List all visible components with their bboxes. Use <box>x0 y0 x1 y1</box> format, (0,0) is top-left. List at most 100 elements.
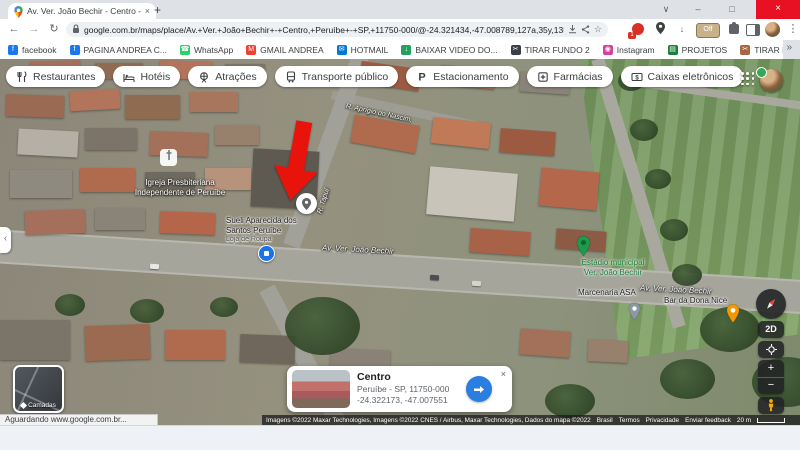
map-scale-bar <box>757 417 786 423</box>
bookmark-star-icon[interactable]: ☆ <box>594 24 602 35</box>
bookmark-favicon-icon: ✂ <box>740 44 751 55</box>
lock-icon <box>72 21 80 39</box>
pegman-control[interactable] <box>758 397 784 414</box>
reload-icon[interactable]: ↻ <box>46 21 62 37</box>
bookmark-item[interactable]: ▤ PROJETOS <box>667 44 728 55</box>
zoom-in-button[interactable]: + <box>758 360 784 378</box>
my-location-button[interactable] <box>758 341 784 358</box>
atm-icon: $ <box>630 72 643 81</box>
bookmark-label: GMAIL ANDREA <box>260 44 324 55</box>
google-apps-grid-icon[interactable] <box>741 72 755 86</box>
back-icon[interactable]: ← <box>6 21 22 37</box>
bookmark-favicon-icon: ◉ <box>602 44 613 55</box>
business-label[interactable]: Sueli Aparecida dos Santos Peruíbe Loja … <box>226 216 297 245</box>
attr-link-feedback[interactable]: Enviar feedback <box>685 417 731 424</box>
browser-toolbar: ← → ↻ google.com.br/maps/place/Av.+Ver.+… <box>0 19 800 40</box>
place-info-card[interactable]: Centro Peruíbe - SP, 11750-000 -24.32217… <box>287 366 512 412</box>
2d-toggle-button[interactable]: 2D <box>758 321 784 338</box>
browser-tab-active[interactable]: Av. Ver. João Bechir - Centro - G × <box>8 3 156 19</box>
attr-link-termos[interactable]: Termos <box>619 417 640 424</box>
imagery-credits: Imagens ©2022 Maxar Technologies, Imagen… <box>266 416 591 424</box>
address-bar[interactable]: google.com.br/maps/place/Av.+Ver.+João+B… <box>66 22 608 37</box>
adblock-extension-icon[interactable]: 1 <box>628 22 646 39</box>
bookmark-label: TIRAR FUNDO 2 <box>524 44 590 55</box>
satellite-map[interactable]: Restaurantes Hotéis Atrações Transporte … <box>0 59 800 425</box>
directions-icon <box>474 386 484 393</box>
url-text[interactable]: google.com.br/maps/place/Av.+Ver.+João+B… <box>84 25 564 35</box>
place-address: Peruíbe - SP, 11750-000 <box>357 384 450 394</box>
attr-link-privacidade[interactable]: Privacidade <box>646 417 679 424</box>
carpentry-pin[interactable] <box>628 302 641 326</box>
avatar-status-badge <box>756 67 767 78</box>
church-poi-icon[interactable] <box>160 149 177 166</box>
bar-label[interactable]: Bar da Dona Nice <box>664 296 727 306</box>
share-icon[interactable] <box>581 21 590 39</box>
browser-update-chevron-icon[interactable]: ∨ <box>652 0 680 19</box>
new-tab-button[interactable]: + <box>150 3 165 18</box>
chip-transporte[interactable]: Transporte público <box>274 66 399 87</box>
chip-atracoes[interactable]: Atrações <box>188 66 267 87</box>
bookmark-favicon-icon: f <box>8 44 18 55</box>
transit-icon <box>286 70 295 82</box>
downloader-extension-icon[interactable]: ↓ <box>674 22 690 37</box>
profile-avatar[interactable] <box>765 22 780 37</box>
bookmarks-overflow-icon[interactable]: » <box>786 42 792 53</box>
window-close-button[interactable]: × <box>756 0 800 19</box>
bookmark-item[interactable]: ↓ BAIXAR VIDEO DO... <box>401 44 498 55</box>
bookmark-item[interactable]: ✉ HOTMAIL <box>336 44 389 55</box>
pin-extension-icon[interactable] <box>652 22 668 37</box>
bar-pin[interactable] <box>726 303 740 329</box>
map-scale-text: 20 m <box>736 416 752 424</box>
hotel-icon <box>123 73 136 82</box>
window-restore-button[interactable]: □ <box>718 0 746 19</box>
bookmark-label: PROJETOS <box>681 44 728 55</box>
church-label[interactable]: Igreja Presbiteriana Independente de Per… <box>105 178 255 197</box>
layers-icon <box>20 401 28 409</box>
maps-category-chips: Restaurantes Hotéis Atrações Transporte … <box>6 66 744 87</box>
compass-control[interactable] <box>756 289 786 319</box>
bookmark-item[interactable]: ✂ TIRAR FUNDO 2 <box>510 44 590 55</box>
forward-icon[interactable]: → <box>26 21 42 37</box>
pharmacy-icon <box>537 71 548 82</box>
chip-farmacias[interactable]: Farmácias <box>526 66 613 87</box>
bookmark-favicon-icon: ☎ <box>179 44 190 55</box>
save-page-icon[interactable] <box>568 21 577 39</box>
chip-hoteis[interactable]: Hotéis <box>113 66 181 87</box>
chip-caixas[interactable]: $ Caixas eletrônicos <box>620 66 744 87</box>
directions-button[interactable] <box>466 376 492 402</box>
bookmark-favicon-icon: f <box>69 44 80 55</box>
card-close-icon[interactable]: × <box>501 369 506 379</box>
map-attribution-bar: Imagens ©2022 Maxar Technologies, Imagen… <box>262 415 800 425</box>
bookmark-item[interactable]: M GMAIL ANDREA <box>246 44 324 55</box>
carpentry-label[interactable]: Marcenaria ASA <box>578 288 636 298</box>
side-panel-collapse-handle[interactable]: ‹ <box>0 227 11 253</box>
stadium-label[interactable]: Estádio municipal Ver. João Bechir <box>548 258 678 277</box>
chip-restaurantes[interactable]: Restaurantes <box>6 66 106 87</box>
attr-link-brasil[interactable]: Brasil <box>597 417 613 424</box>
side-panel-icon[interactable] <box>745 22 761 37</box>
svg-text:P: P <box>419 71 426 83</box>
bookmark-item[interactable]: ✂ TIRAR FUNDO 1 <box>740 44 783 55</box>
bookmark-label: WhatsApp <box>193 44 234 55</box>
bookmark-label: TIRAR FUNDO 1 <box>754 44 783 55</box>
bookmark-item[interactable]: f PAGINA ANDREA C... <box>69 44 167 55</box>
place-pin-icon <box>302 197 311 210</box>
bookmark-item[interactable]: f facebook <box>8 44 57 55</box>
bookmark-label: HOTMAIL <box>350 44 389 55</box>
bookmark-item[interactable]: ◉ Instagram <box>602 44 655 55</box>
bookmarks-bar: f facebook f PAGINA ANDREA C... ☎ WhatsA… <box>0 40 783 60</box>
store-pin[interactable] <box>258 245 275 262</box>
searched-place-pin[interactable] <box>296 193 317 214</box>
chip-estacionamento[interactable]: P Estacionamento <box>406 66 519 87</box>
zoom-out-button[interactable]: − <box>758 378 784 394</box>
bookmark-item[interactable]: ☎ WhatsApp <box>179 44 234 55</box>
place-photo-thumbnail[interactable] <box>292 370 350 408</box>
extensions-puzzle-icon[interactable] <box>726 22 742 37</box>
window-minimize-button[interactable]: – <box>684 0 712 19</box>
off-extension-icon[interactable]: Off <box>696 23 720 38</box>
layers-button[interactable]: Camadas <box>13 365 64 413</box>
bookmark-favicon-icon: ✂ <box>510 44 521 55</box>
attractions-icon <box>200 71 209 83</box>
maps-favicon-icon <box>14 5 23 18</box>
chrome-menu-icon[interactable]: ⋮ <box>785 22 800 37</box>
